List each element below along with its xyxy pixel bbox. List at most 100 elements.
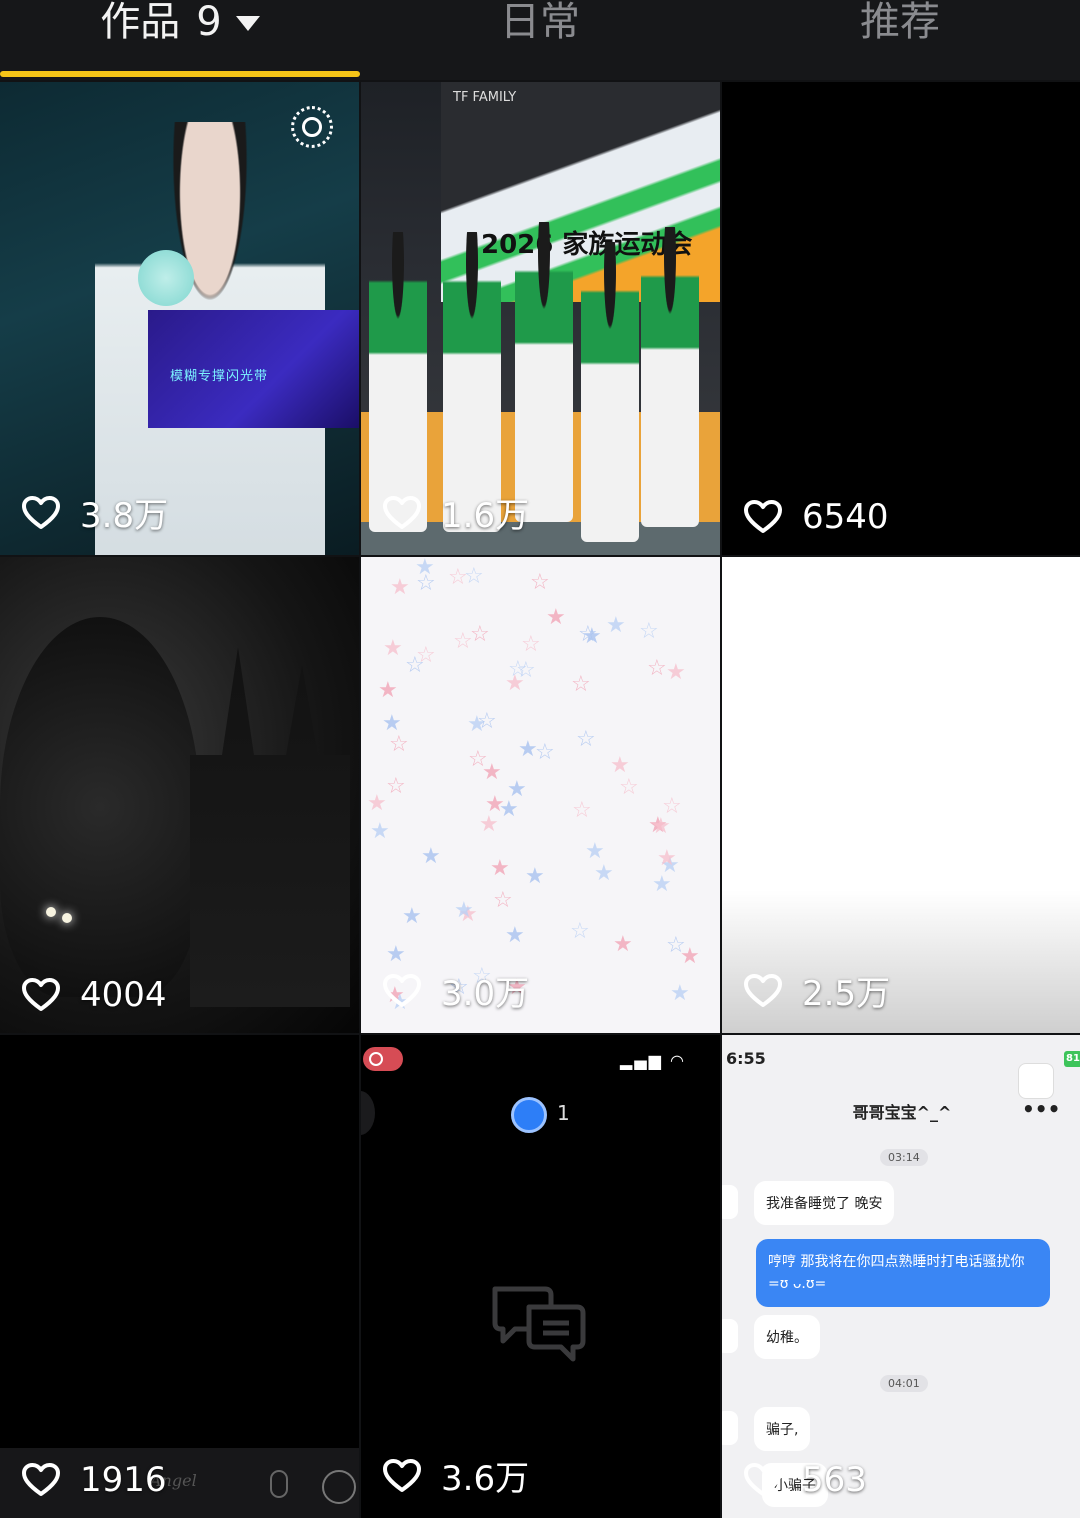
flower-corsage [138,250,194,306]
active-tab-indicator [0,71,360,77]
star-decoration: ★ [490,856,510,881]
star-decoration: ★ [582,624,602,649]
star-decoration: ☆ [576,727,596,752]
video-thumbnail-4[interactable]: 4004 [0,557,359,1033]
group-member [515,222,573,522]
star-decoration: ★ [454,898,474,923]
comment-bubble-icon [511,1097,547,1133]
chat-message: 幼稚。 [754,1315,820,1359]
like-count: 2.5万 [744,966,890,1015]
star-decoration: ★ [386,942,406,967]
star-decoration: ★ [585,839,605,864]
heart-icon [383,1458,421,1492]
star-decoration: ★ [546,605,566,630]
video-thumbnail-2[interactable]: TF FAMILY 2026 家族运动会 1.6万 [361,82,720,555]
tab-bar: 作品 9 日常 推荐 [0,0,1080,80]
video-thumbnail-5[interactable]: ★ ☆ ☆ ☆ ☆ ★ ★ ☆ ☆ ★ ☆ ☆ ★ ★ ★ ★ ☆ ★ ★ ★ ★ ☆ ☆ ★ ★ ☆ ★ ★ ★ ★ ☆ ★ ☆ ☆ ★ ☆ ★ ★ ★ ★… [361,557,720,1033]
avatar [722,1319,738,1353]
star-decoration: ☆ [647,656,667,681]
heart-icon [22,1463,60,1496]
heart-icon [744,1463,782,1496]
like-count-value: 1.6万 [441,496,530,536]
emoji-icon [322,1470,356,1504]
star-decoration: ★ [518,737,538,762]
star-decoration: ☆ [639,619,659,644]
video-thumbnail-7[interactable]: Angel 1916 [0,1035,359,1518]
church-silhouette [190,647,350,1007]
star-decoration: ★ [370,819,390,844]
heart-icon [22,978,60,1011]
avatar [722,1185,738,1219]
star-decoration: ☆ [470,622,490,647]
star-decoration: ★ [390,575,410,600]
star-decoration: ★ [402,904,422,929]
group-member [443,232,501,532]
like-count: 4004 [22,975,167,1015]
group-member [369,232,427,532]
star-decoration: ☆ [508,657,528,682]
battery-icon: 81 [1064,1051,1080,1067]
star-decoration: ★ [505,923,525,948]
tab-daily[interactable]: 日常 [360,0,720,80]
like-count: 3.6万 [383,1451,529,1500]
star-decoration: ★ [606,613,626,638]
tab-works[interactable]: 作品 9 [0,0,360,80]
video-thumbnail-9[interactable]: 6:55 81 哥哥宝宝^_^ ••• 03:14 我准备睡觉了 晚安 哼哼 那… [722,1035,1080,1518]
like-count-value: 3.0万 [441,974,530,1014]
star-decoration: ☆ [405,653,425,678]
floating-widget [1018,1063,1054,1099]
lamp-light [46,907,56,917]
like-count-value: 563 [802,1460,867,1500]
video-thumbnail-3[interactable]: 6540 [722,82,1080,555]
chat-message: 我准备睡觉了 晚安 [754,1181,895,1225]
heart-icon [383,495,421,529]
star-decoration: ★ [499,797,519,822]
avatar [722,1411,738,1445]
star-decoration: ★ [610,753,630,778]
tab-works-label: 作品 [100,0,181,45]
star-decoration: ★ [382,711,402,736]
star-decoration: ☆ [448,565,468,590]
star-decoration: ★ [594,861,614,886]
tab-recommended-label: 推荐 [860,0,940,45]
group-member [641,227,699,527]
video-thumbnail-6[interactable]: 2.5万 [722,557,1080,1033]
status-time: 6:55 [726,1049,766,1068]
star-decoration: ☆ [572,798,592,823]
star-decoration: ☆ [416,571,436,596]
like-count-value: 4004 [80,975,167,1015]
heart-icon [22,495,60,529]
star-decoration: ★ [479,812,499,837]
video-thumbnail-8[interactable]: ▂▄▆ ◠ 1 3.6万 [361,1035,720,1518]
like-count: 6540 [744,497,889,537]
like-count: 3.0万 [383,966,529,1015]
tab-recommended[interactable]: 推荐 [720,0,1080,80]
star-decoration: ★ [378,678,398,703]
chevron-down-icon[interactable] [235,16,260,31]
brand-logo: TF FAMILY [453,90,517,105]
star-decoration: ☆ [468,747,488,772]
star-decoration: ★ [383,636,403,661]
star-decoration: ☆ [530,570,550,595]
chat-timestamp: 03:14 [880,1149,928,1166]
chat-timestamp: 04:01 [880,1375,928,1392]
star-decoration: ★ [525,864,545,889]
star-decoration: ☆ [453,629,473,654]
star-decoration: ☆ [389,732,409,757]
video-thumbnail-1[interactable]: 模糊专撑闪光带 3.8万 [0,82,359,555]
star-decoration: ☆ [571,672,591,697]
like-count-value: 6540 [802,497,889,537]
star-decoration: ★ [507,777,527,802]
live-photo-icon[interactable] [291,106,333,148]
group-member [581,242,639,542]
like-count-value: 1916 [80,1460,167,1500]
tab-daily-label: 日常 [500,0,580,45]
like-count: 1916 [22,1460,167,1500]
like-count: 3.8万 [22,488,168,537]
star-decoration: ☆ [535,740,555,765]
heart-icon [744,973,782,1007]
like-count-value: 3.8万 [80,496,169,536]
chat-icon [492,1286,586,1362]
comment-bubble-count: 1 [557,1101,570,1125]
star-decoration: ☆ [666,933,686,958]
